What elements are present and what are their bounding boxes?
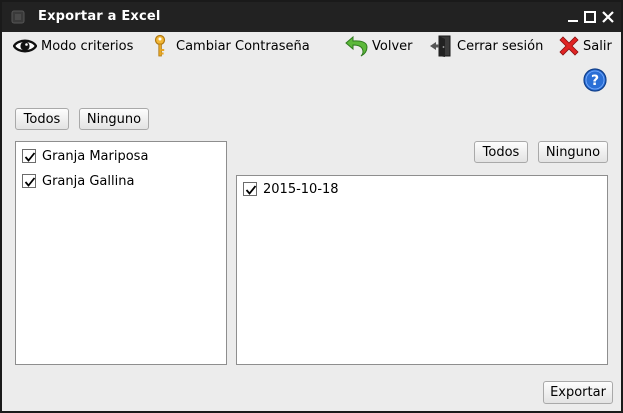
export-window: Exportar a Excel Modo criterios Cambiar … bbox=[0, 0, 623, 413]
volver-button[interactable]: Volver bbox=[344, 34, 413, 58]
title-bar[interactable]: Exportar a Excel bbox=[2, 2, 621, 32]
checkmark-icon bbox=[245, 185, 257, 195]
cerrar-sesion-button[interactable]: Cerrar sesión bbox=[429, 34, 543, 58]
exportar-button[interactable]: Exportar bbox=[543, 381, 613, 404]
checkmark-icon bbox=[24, 177, 36, 187]
window-title: Exportar a Excel bbox=[38, 9, 161, 24]
right-todos-button[interactable]: Todos bbox=[474, 141, 528, 163]
maximize-icon[interactable] bbox=[584, 11, 596, 23]
eye-icon bbox=[13, 39, 37, 53]
granja-list[interactable]: Granja Mariposa Granja Gallina bbox=[15, 141, 227, 365]
logout-door-icon bbox=[430, 35, 451, 57]
left-todos-button[interactable]: Todos bbox=[15, 108, 69, 130]
svg-text:?: ? bbox=[591, 73, 599, 89]
close-x-icon bbox=[559, 36, 579, 56]
modo-criterios-label: Modo criterios bbox=[41, 38, 134, 54]
volver-label: Volver bbox=[372, 38, 413, 54]
cambiar-contrasena-label: Cambiar Contraseña bbox=[176, 38, 310, 54]
salir-label: Salir bbox=[583, 38, 612, 54]
list-item-label: Granja Mariposa bbox=[42, 148, 149, 164]
right-ninguno-button[interactable]: Ninguno bbox=[538, 141, 608, 163]
list-item[interactable]: Granja Gallina bbox=[22, 172, 134, 190]
salir-button[interactable]: Salir bbox=[557, 34, 612, 58]
left-ninguno-button[interactable]: Ninguno bbox=[79, 108, 149, 130]
list-item-label: Granja Gallina bbox=[42, 173, 135, 189]
cambiar-contrasena-button[interactable]: Cambiar Contraseña bbox=[148, 34, 310, 58]
checkbox[interactable] bbox=[243, 182, 257, 196]
fecha-list[interactable]: 2015-10-18 bbox=[236, 175, 608, 365]
checkbox[interactable] bbox=[22, 149, 36, 163]
cerrar-sesion-label: Cerrar sesión bbox=[457, 38, 544, 54]
help-icon[interactable]: ? bbox=[583, 68, 607, 92]
list-item-label: 2015-10-18 bbox=[263, 181, 339, 197]
app-icon bbox=[11, 10, 25, 24]
key-icon bbox=[154, 34, 166, 57]
modo-criterios-button[interactable]: Modo criterios bbox=[13, 34, 133, 58]
back-arrow-icon bbox=[345, 35, 368, 57]
checkmark-icon bbox=[24, 152, 36, 162]
window-close-icon[interactable] bbox=[602, 11, 614, 23]
list-item[interactable]: Granja Mariposa bbox=[22, 147, 148, 165]
minimize-icon[interactable] bbox=[567, 11, 579, 23]
list-item[interactable]: 2015-10-18 bbox=[243, 180, 339, 198]
checkbox[interactable] bbox=[22, 174, 36, 188]
